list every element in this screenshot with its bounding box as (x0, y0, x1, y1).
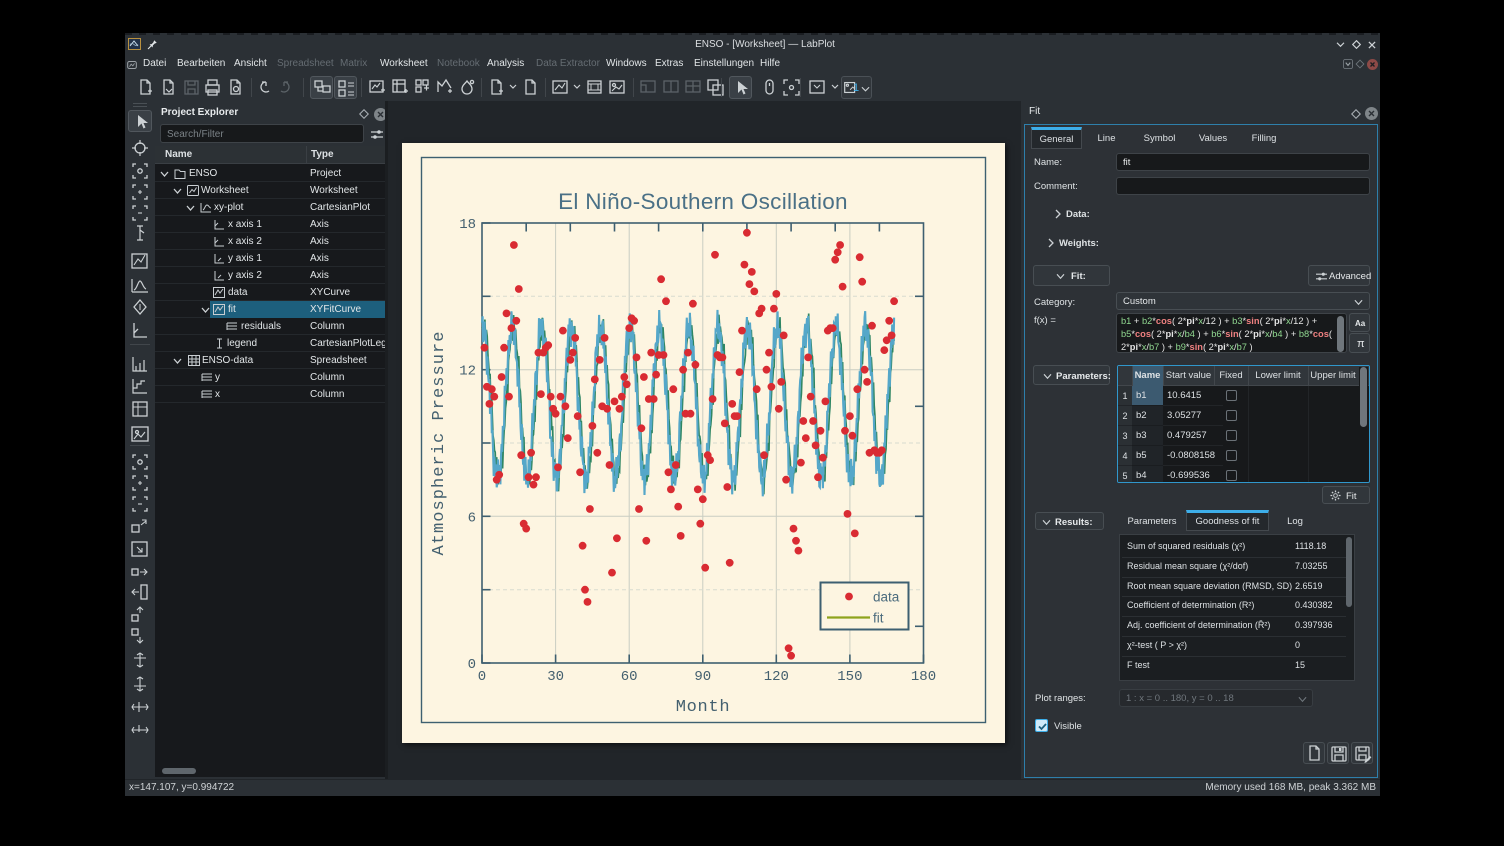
svg-text:180: 180 (911, 669, 936, 685)
svg-text:data: data (873, 590, 900, 605)
svg-text:Month: Month (676, 698, 731, 717)
svg-text:150: 150 (837, 669, 862, 685)
svg-text:60: 60 (621, 669, 638, 685)
svg-text:Atmospheric Pressure: Atmospheric Pressure (430, 330, 449, 555)
svg-text:90: 90 (694, 669, 711, 685)
svg-text:18: 18 (459, 217, 476, 233)
svg-text:30: 30 (547, 669, 564, 685)
svg-text:12: 12 (459, 364, 476, 380)
svg-text:0: 0 (478, 669, 486, 685)
svg-text:El Niño-Southern Oscillation: El Niño-Southern Oscillation (558, 189, 848, 214)
svg-text:6: 6 (468, 510, 476, 526)
svg-text:fit: fit (873, 611, 884, 626)
svg-text:120: 120 (764, 669, 789, 685)
svg-text:0: 0 (468, 657, 476, 673)
